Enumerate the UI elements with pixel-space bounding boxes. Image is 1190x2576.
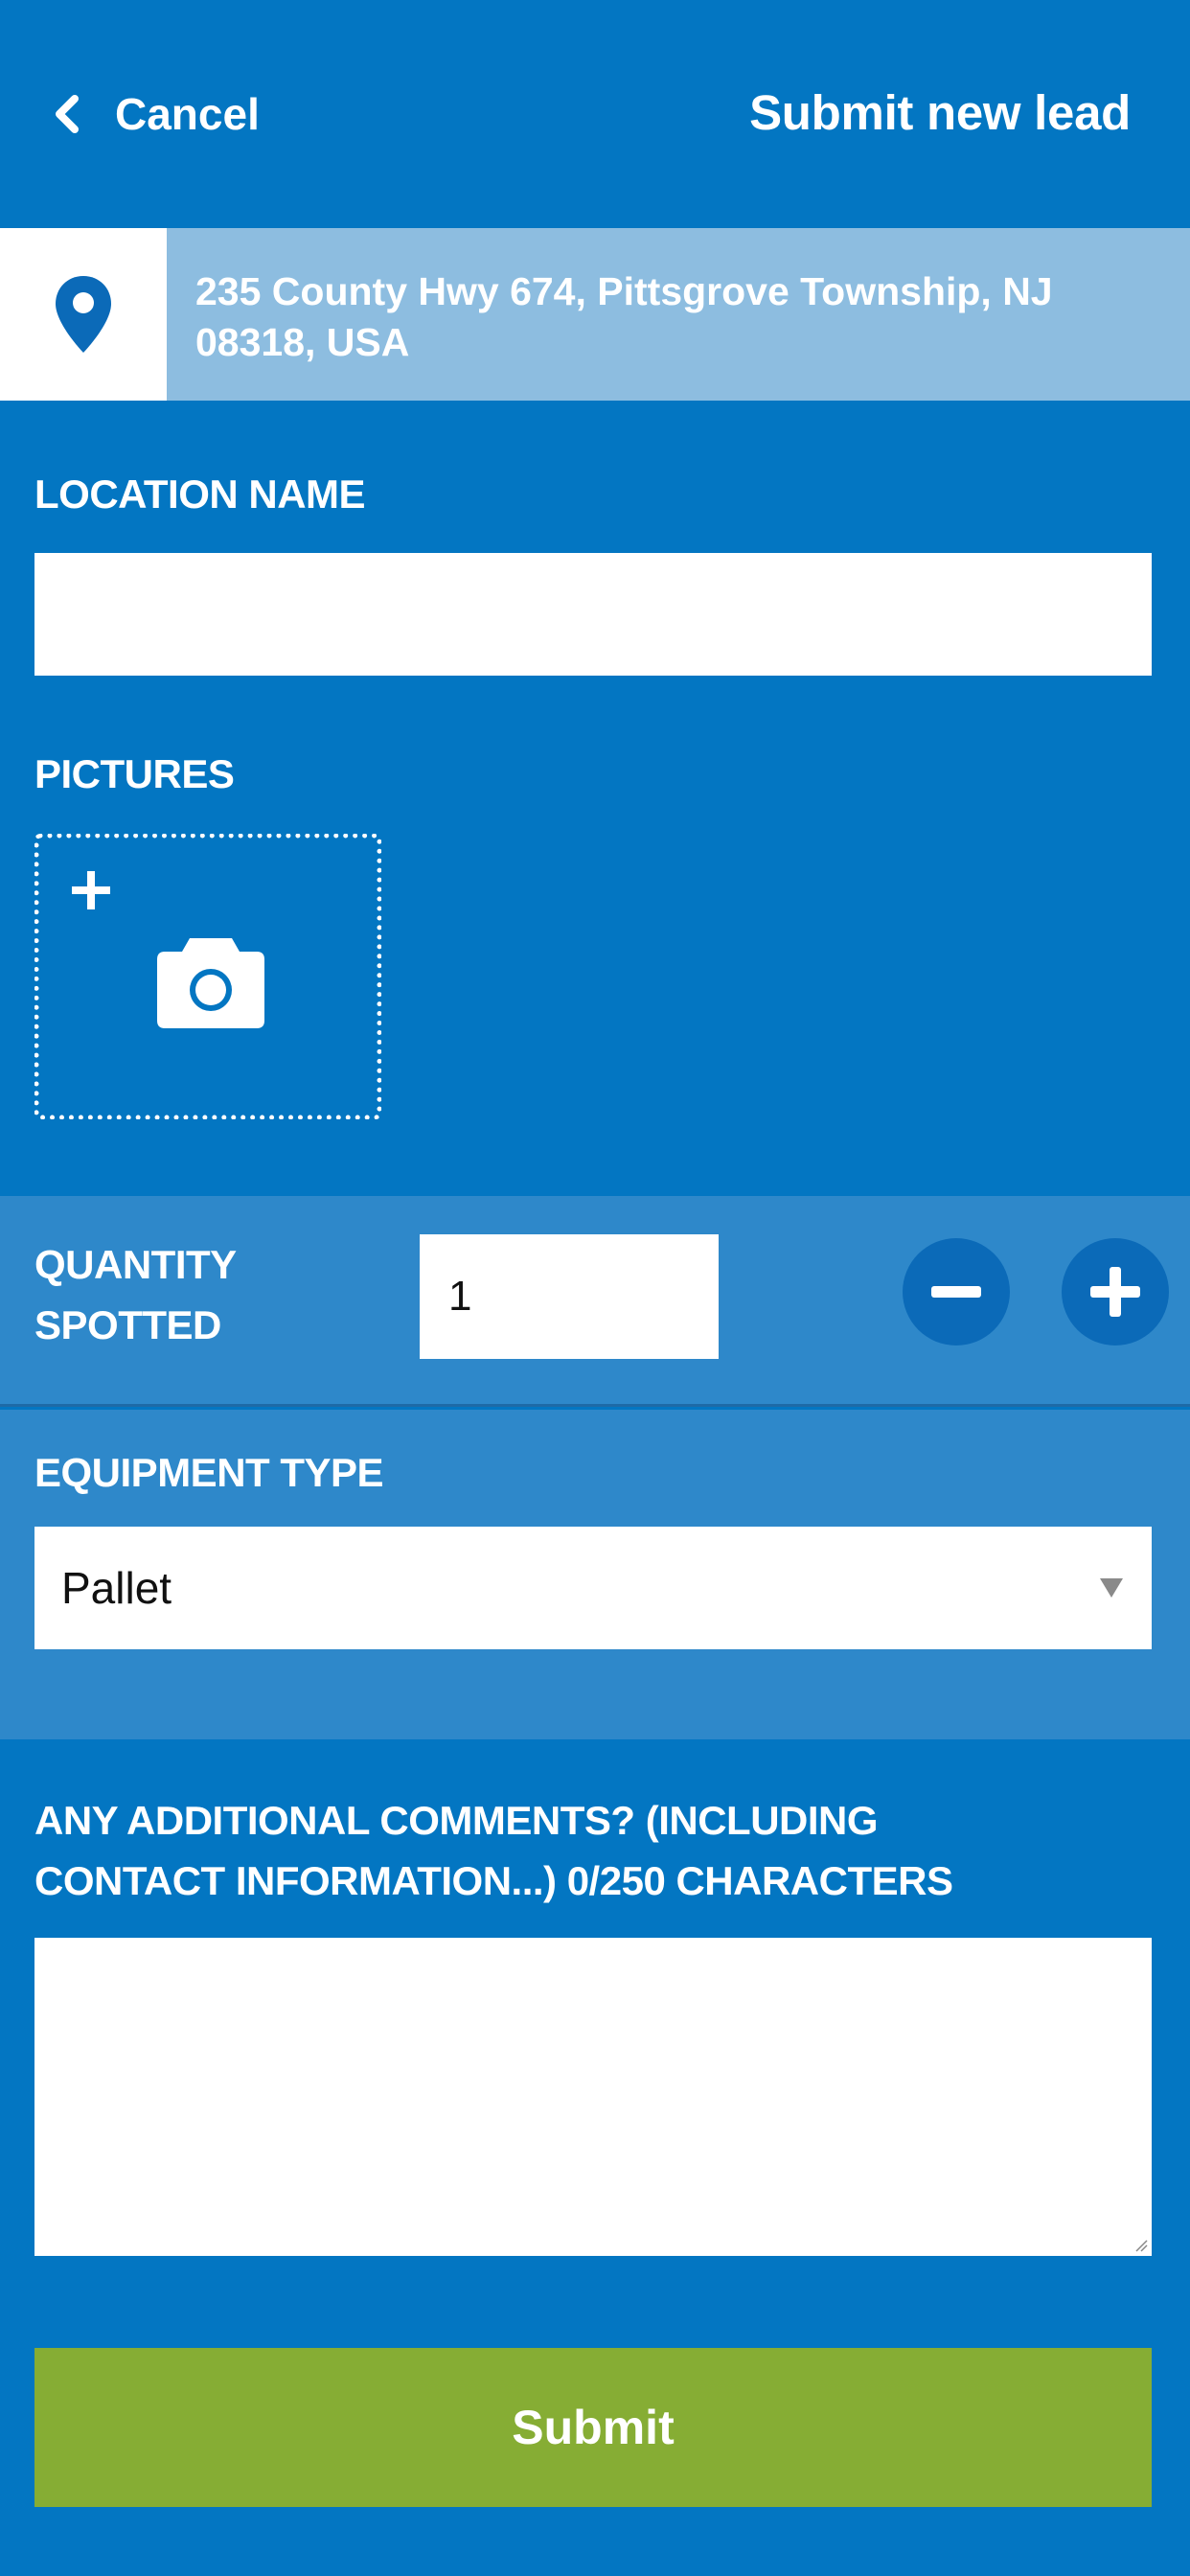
dropdown-arrow-icon xyxy=(1100,1578,1123,1598)
submit-lead-screen: Cancel Submit new lead 235 County Hwy 67… xyxy=(0,0,1190,2576)
location-name-label: LOCATION NAME xyxy=(34,472,366,517)
location-name-input[interactable] xyxy=(34,553,1152,676)
page-title: Submit new lead xyxy=(749,85,1131,140)
equipment-type-select[interactable]: Pallet xyxy=(34,1527,1152,1649)
address-text: 235 County Hwy 674, Pittsgrove Township,… xyxy=(195,269,1053,364)
chevron-left-icon xyxy=(56,95,79,133)
plus-icon xyxy=(72,871,110,909)
comments-textarea[interactable] xyxy=(34,1938,1152,2256)
quantity-input[interactable] xyxy=(420,1234,719,1359)
cancel-label: Cancel xyxy=(115,89,260,139)
quantity-label-line2: SPOTTED xyxy=(34,1302,221,1347)
comments-label-line2: CONTACT INFORMATION...) 0/250 CHARACTERS xyxy=(34,1858,953,1903)
minus-icon xyxy=(931,1286,981,1298)
comments-label-line1: ANY ADDITIONAL COMMENTS? (INCLUDING xyxy=(34,1798,879,1843)
add-picture-button[interactable] xyxy=(34,834,381,1119)
address-pin-container xyxy=(0,228,167,401)
quantity-label: QUANTITY SPOTTED xyxy=(34,1234,237,1355)
camera-icon xyxy=(157,938,264,1028)
submit-button[interactable]: Submit xyxy=(34,2348,1152,2507)
pictures-label: PICTURES xyxy=(34,751,235,796)
decrement-button[interactable] xyxy=(903,1238,1010,1346)
quantity-section: QUANTITY SPOTTED xyxy=(0,1196,1190,1407)
cancel-button[interactable]: Cancel xyxy=(50,82,260,146)
address-bar[interactable]: 235 County Hwy 674, Pittsgrove Township,… xyxy=(0,228,1190,401)
equipment-section: EQUIPMENT TYPE Pallet xyxy=(0,1410,1190,1739)
address-text-container: 235 County Hwy 674, Pittsgrove Township,… xyxy=(167,228,1190,401)
increment-button[interactable] xyxy=(1062,1238,1169,1346)
equipment-type-value: Pallet xyxy=(61,1563,172,1613)
equipment-type-label: EQUIPMENT TYPE xyxy=(34,1450,384,1495)
comments-label: ANY ADDITIONAL COMMENTS? (INCLUDING CONT… xyxy=(34,1790,1156,1911)
map-pin-icon xyxy=(56,276,111,353)
quantity-label-line1: QUANTITY xyxy=(34,1242,237,1287)
header-bar: Cancel Submit new lead xyxy=(0,0,1190,228)
resize-grip-icon[interactable] xyxy=(1134,2239,1148,2252)
plus-icon xyxy=(1090,1267,1140,1317)
